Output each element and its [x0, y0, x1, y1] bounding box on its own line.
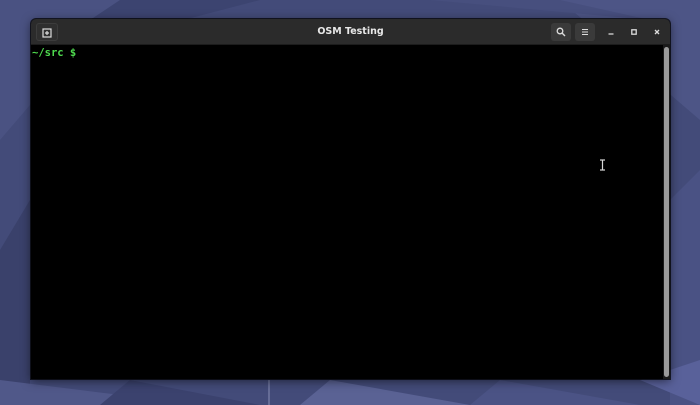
hamburger-menu-icon	[582, 28, 588, 36]
close-button[interactable]	[649, 23, 665, 41]
terminal-area[interactable]: ~/src $	[31, 45, 663, 379]
maximize-button[interactable]	[626, 23, 642, 41]
desktop-background: OSM Testing ~/src $	[0, 0, 700, 405]
text-cursor-icon	[600, 159, 605, 171]
desktop-divider	[268, 380, 270, 405]
maximize-icon	[631, 29, 637, 35]
shell-prompt: ~/src $	[32, 47, 77, 59]
terminal-window[interactable]: OSM Testing ~/src $	[31, 19, 670, 379]
menu-button[interactable]	[575, 23, 595, 41]
new-tab-icon	[42, 28, 52, 38]
scrollbar[interactable]	[663, 45, 670, 379]
search-button[interactable]	[551, 23, 571, 41]
minimize-icon	[608, 33, 614, 35]
new-tab-button[interactable]	[36, 23, 58, 41]
scrollbar-thumb[interactable]	[664, 47, 669, 377]
search-icon	[556, 27, 566, 37]
close-icon	[654, 29, 660, 35]
headerbar: OSM Testing	[31, 19, 670, 45]
minimize-button[interactable]	[603, 23, 619, 41]
